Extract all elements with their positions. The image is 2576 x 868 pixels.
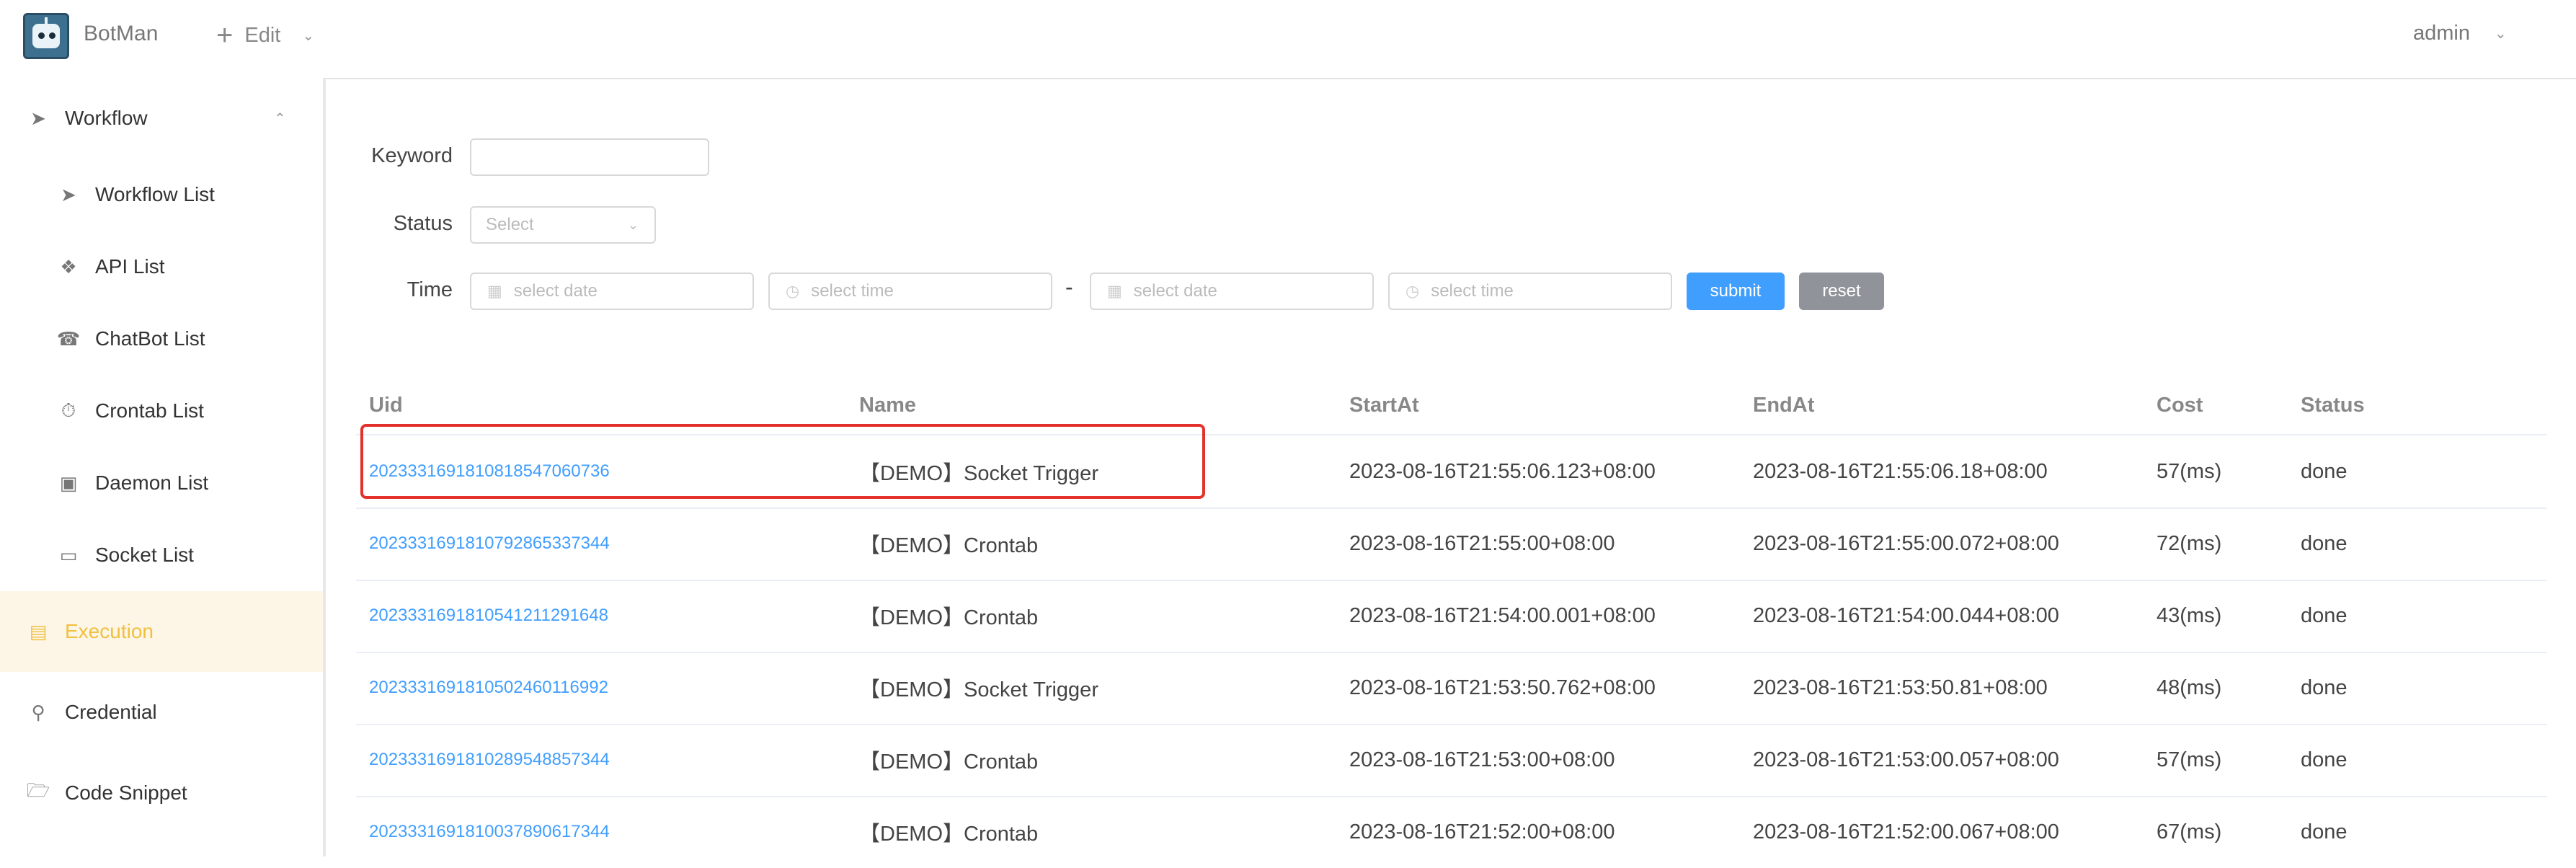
name-cell: 【DEMO】Socket Trigger [859,678,1098,701]
column-header-cost: Cost [2157,394,2203,417]
name-cell: 【DEMO】Crontab [859,534,1039,557]
sidebar-item-crontab-list[interactable]: ⏱ Crontab List [0,375,323,447]
uid-link[interactable]: 2023331691810541211291648 [369,580,608,652]
monitor-icon: ▭ [59,544,78,566]
submit-button[interactable]: submit [1687,273,1785,310]
sidebar-item-credential[interactable]: ⚲ Credential [0,672,323,753]
table-row: 2023331691810289548857344 【DEMO】Crontab … [356,724,2547,797]
headset-icon: ☎ [56,327,81,350]
highlight-box [360,424,1205,499]
reset-button[interactable]: reset [1799,273,1884,310]
status-cell: done [2301,820,2348,843]
table-row: 202333169181079286533​7344 【DEMO】Crontab… [356,508,2547,581]
send-icon: ➤ [61,183,76,205]
sidebar-item-execution[interactable]: ▤ Execution [0,591,323,672]
start-cell: 2023-08-16T21:52:00+08:00 [1349,820,1615,843]
cost-cell: 72(ms) [2157,531,2222,555]
end-cell: 2023-08-16T21:53:50.81+08:00 [1753,676,2048,699]
end-cell: 2023-08-16T21:55:00.072+08:00 [1753,531,2059,555]
uid-link[interactable]: 2023331691810037890617344 [369,796,610,868]
key-icon: ⚲ [31,701,45,723]
app-name: BotMan [84,22,159,45]
table-row: 2023331691810502460116992 【DEMO】Socket T… [356,652,2547,725]
end-cell: 2023-08-16T21:55:06.18+08:00 [1753,459,2048,483]
timer-icon: ⏱ [61,399,76,421]
top-bar: BotMan + Edit ⌄ admin ⌄ [0,0,2576,79]
calendar-icon: ▦ [1107,282,1122,300]
api-icon: ❖ [60,255,77,278]
status-cell: done [2301,676,2348,699]
cost-cell: 57(ms) [2157,459,2222,483]
end-date-picker[interactable]: ▦ select date [1090,273,1374,310]
folder-icon: 🗁 [26,779,50,801]
time-label: Time [407,278,453,301]
keyword-input[interactable] [470,138,709,176]
chevron-down-icon: ⌄ [627,217,639,232]
sidebar-item-daemon-list[interactable]: ▣ Daemon List [0,447,323,519]
sidebar-item-socket-list[interactable]: ▭ Socket List [0,519,323,591]
sidebar-item-chatbot-list[interactable]: ☎ ChatBot List [0,303,323,375]
status-select-placeholder: Select [486,215,534,234]
sidebar-item-workflow-list[interactable]: ➤ Workflow List [0,159,323,231]
daemon-icon: ▣ [59,471,78,494]
sidebar-item-code-snippet[interactable]: 🗁 Code Snippet [0,753,323,833]
start-cell: 2023-08-16T21:55:00+08:00 [1349,531,1615,555]
clock-icon: ◷ [1405,282,1420,300]
column-header-endat: EndAt [1753,394,1815,417]
botman-logo-icon[interactable] [23,13,69,59]
start-cell: 2023-08-16T21:54:00.001+08:00 [1349,603,1656,627]
chevron-down-icon: ⌄ [302,27,315,44]
sidebar-item-api-list[interactable]: ❖ API List [0,231,323,303]
name-cell: 【DEMO】Crontab [859,823,1039,846]
keyword-label: Keyword [371,144,453,167]
table-row: 2023331691810541211291648 【DEMO】Crontab … [356,580,2547,653]
calendar-icon: ▦ [487,282,502,300]
start-cell: 2023-08-16T21:53:50.762+08:00 [1349,676,1656,699]
column-header-startat: StartAt [1349,394,1419,417]
name-cell: 【DEMO】Crontab [859,750,1039,774]
send-icon: ➤ [30,107,46,129]
end-cell: 2023-08-16T21:54:00.044+08:00 [1753,603,2059,627]
end-time-picker[interactable]: ◷ select time [1388,273,1672,310]
range-separator: - [1065,274,1073,300]
plus-icon: + [216,19,234,51]
name-cell: 【DEMO】Crontab [859,606,1039,629]
status-cell: done [2301,531,2348,555]
end-cell: 2023-08-16T21:52:00.067+08:00 [1753,820,2059,843]
uid-link[interactable]: 2023331691810502460116992 [369,652,608,724]
end-cell: 2023-08-16T21:53:00.057+08:00 [1753,748,2059,771]
start-date-picker[interactable]: ▦ select date [470,273,754,310]
status-cell: done [2301,459,2348,483]
sidebar: ➤ Workflow ⌃ ➤ Workflow List ❖ API List … [0,78,326,856]
edit-label: Edit [244,23,281,47]
status-cell: done [2301,603,2348,627]
sidebar-item-workflow[interactable]: ➤ Workflow ⌃ [0,78,323,159]
column-header-status: Status [2301,394,2365,417]
chevron-up-icon: ⌃ [274,110,286,127]
uid-link[interactable]: 202333169181079286533​7344 [369,508,610,580]
uid-link[interactable]: 2023331691810289548857344 [369,724,610,796]
user-menu[interactable]: admin ⌄ [2413,22,2507,45]
chevron-down-icon: ⌄ [2495,26,2507,42]
start-cell: 2023-08-16T21:53:00+08:00 [1349,748,1615,771]
cost-cell: 67(ms) [2157,820,2222,843]
cost-cell: 48(ms) [2157,676,2222,699]
column-header-uid: Uid [369,394,403,417]
status-label: Status [393,212,453,235]
clock-icon: ◷ [786,282,800,300]
start-cell: 2023-08-16T21:55:06.123+08:00 [1349,459,1656,483]
document-icon: ▤ [29,620,48,642]
status-cell: done [2301,748,2348,771]
column-header-name: Name [859,394,916,417]
table-row: 2023331691810037890617344 【DEMO】Crontab … [356,796,2547,868]
start-time-picker[interactable]: ◷ select time [768,273,1052,310]
user-name: admin [2413,22,2470,45]
status-select[interactable]: Select ⌄ [470,206,656,244]
edit-menu-button[interactable]: + Edit ⌄ [216,19,314,52]
cost-cell: 57(ms) [2157,748,2222,771]
cost-cell: 43(ms) [2157,603,2222,627]
